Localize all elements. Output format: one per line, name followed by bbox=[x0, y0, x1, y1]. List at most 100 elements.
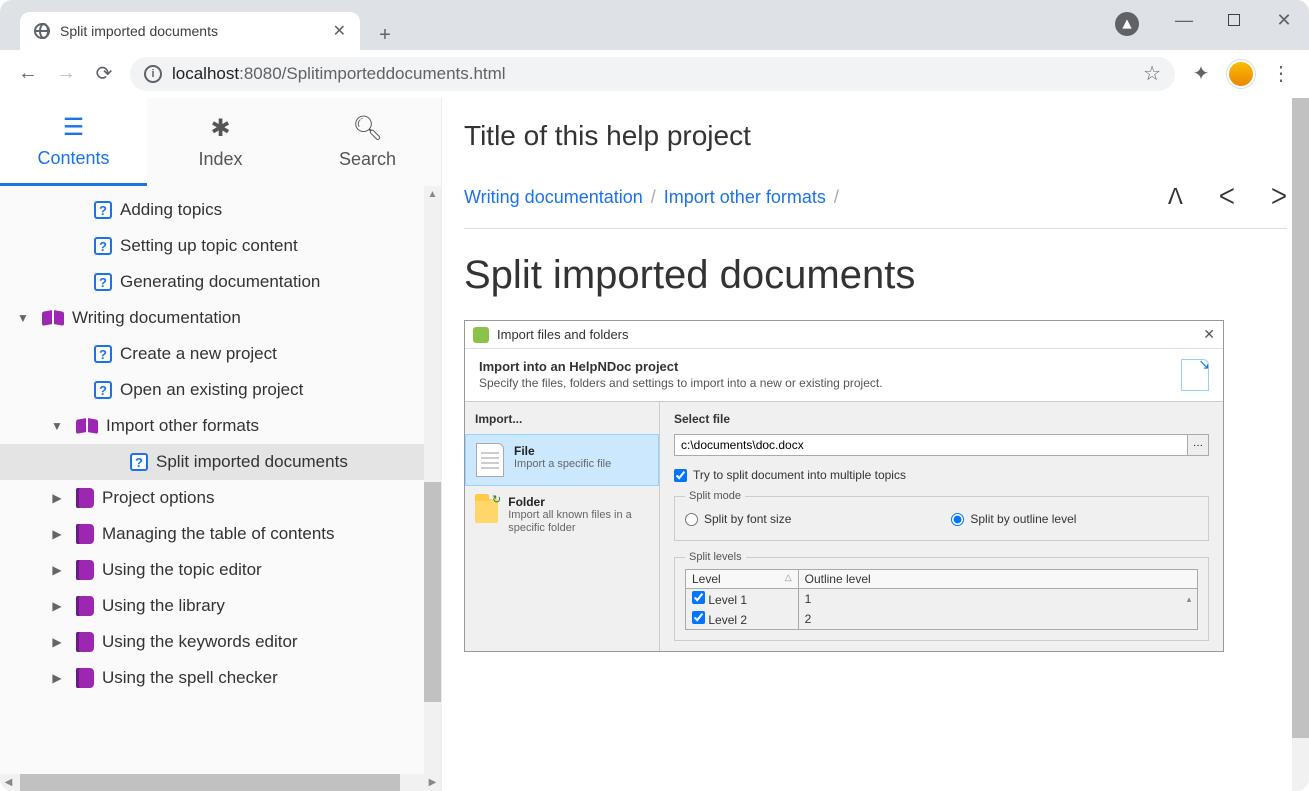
try-split-checkbox[interactable] bbox=[674, 469, 687, 482]
chevron-right-icon[interactable]: ▶ bbox=[48, 527, 66, 541]
tab-bar: Split imported documents ✕ + — ✕ bbox=[0, 0, 1309, 50]
help-topic-icon: ? bbox=[94, 345, 112, 363]
breadcrumb-link[interactable]: Import other formats bbox=[664, 187, 826, 208]
globe-icon bbox=[34, 23, 50, 39]
minimize-button[interactable]: — bbox=[1159, 0, 1209, 40]
help-topic-icon: ? bbox=[94, 201, 112, 219]
nav-up-icon[interactable]: ᐱ bbox=[1168, 184, 1183, 210]
close-icon[interactable]: ✕ bbox=[1203, 326, 1215, 343]
book-icon bbox=[76, 668, 94, 688]
tree-horizontal-scrollbar[interactable]: ◀ ▶ bbox=[0, 774, 441, 791]
tree-item[interactable]: ▼Import other formats bbox=[0, 408, 441, 444]
page-title: Split imported documents bbox=[464, 229, 1287, 320]
reload-button[interactable]: ⟳ bbox=[92, 61, 116, 86]
scroll-left-icon[interactable]: ◀ bbox=[0, 774, 17, 791]
browser-tab[interactable]: Split imported documents ✕ bbox=[20, 12, 360, 50]
url-path: /Splitimporteddocuments.html bbox=[282, 64, 506, 83]
col-outline[interactable]: Outline level bbox=[798, 570, 1197, 589]
tree-item[interactable]: ?Open an existing project bbox=[0, 372, 441, 408]
tab-index[interactable]: ✱Index bbox=[147, 98, 294, 186]
tree-item[interactable]: ?Generating documentation bbox=[0, 264, 441, 300]
folder-icon bbox=[475, 499, 498, 523]
scroll-up-icon[interactable]: ▲ bbox=[424, 186, 441, 203]
book-icon bbox=[76, 632, 94, 652]
scroll-up-icon[interactable]: ▴ bbox=[1181, 591, 1197, 607]
info-icon[interactable]: i bbox=[144, 65, 162, 83]
avatar[interactable] bbox=[1227, 60, 1255, 88]
table-row[interactable]: Level 11 bbox=[686, 589, 1198, 610]
nav-prev-icon[interactable]: ᐸ bbox=[1219, 184, 1235, 210]
file-path-input[interactable] bbox=[674, 434, 1188, 456]
close-window-button[interactable]: ✕ bbox=[1259, 0, 1309, 40]
try-split-label: Try to split document into multiple topi… bbox=[693, 468, 906, 482]
scroll-thumb[interactable] bbox=[424, 482, 441, 702]
import-folder-option[interactable]: FolderImport all known files in a specif… bbox=[465, 486, 659, 543]
scroll-right-icon[interactable]: ▶ bbox=[424, 774, 441, 791]
forward-button[interactable]: → bbox=[54, 62, 78, 85]
file-icon bbox=[476, 443, 504, 477]
tree-item[interactable]: ▶Project options bbox=[0, 480, 441, 516]
import-label: Import... bbox=[465, 408, 659, 434]
scroll-thumb[interactable] bbox=[1292, 98, 1309, 738]
project-title: Title of this help project bbox=[464, 98, 1287, 184]
maximize-button[interactable] bbox=[1209, 0, 1259, 40]
tree-item[interactable]: ?Setting up topic content bbox=[0, 228, 441, 264]
back-button[interactable]: ← bbox=[16, 62, 40, 85]
list-icon: ☰ bbox=[63, 113, 85, 142]
chevron-right-icon[interactable]: ▶ bbox=[48, 491, 66, 505]
profile-badge-icon[interactable] bbox=[1115, 12, 1139, 36]
table-row[interactable]: Level 22 bbox=[686, 609, 1198, 630]
tree-item[interactable]: ▼Writing documentation bbox=[0, 300, 441, 336]
chevron-right-icon[interactable]: ▶ bbox=[48, 563, 66, 577]
bookmark-star-icon[interactable]: ☆ bbox=[1143, 61, 1161, 86]
dialog-heading: Import into an HelpNDoc project bbox=[479, 359, 678, 374]
level-checkbox[interactable] bbox=[692, 591, 705, 604]
levels-scrollbar[interactable]: ▴ bbox=[1181, 591, 1197, 629]
nav-next-icon[interactable]: ᐳ bbox=[1271, 184, 1287, 210]
tree-item-selected[interactable]: ?Split imported documents bbox=[0, 444, 441, 480]
new-tab-button[interactable]: + bbox=[370, 20, 400, 50]
tree-item[interactable]: ▶Using the spell checker bbox=[0, 660, 441, 696]
chevron-down-icon[interactable]: ▼ bbox=[14, 311, 32, 325]
browse-button[interactable]: ··· bbox=[1187, 434, 1209, 456]
split-by-font-radio[interactable]: Split by font size bbox=[685, 512, 791, 526]
url-host: localhost bbox=[172, 64, 239, 83]
import-file-option[interactable]: FileImport a specific file bbox=[465, 434, 659, 486]
url-box[interactable]: i localhost:8080/Splitimporteddocuments.… bbox=[130, 57, 1175, 91]
tree-item[interactable]: ?Adding topics bbox=[0, 192, 441, 228]
tree-item[interactable]: ▶Using the keywords editor bbox=[0, 624, 441, 660]
dialog-titlebar: Import files and folders ✕ bbox=[465, 321, 1223, 349]
col-level[interactable]: Level△ bbox=[686, 570, 799, 589]
chevron-right-icon[interactable]: ▶ bbox=[48, 599, 66, 613]
chevron-down-icon[interactable]: ▼ bbox=[48, 419, 66, 433]
asterisk-icon: ✱ bbox=[210, 114, 230, 143]
extensions-icon[interactable]: ✦ bbox=[1189, 61, 1213, 86]
close-tab-icon[interactable]: ✕ bbox=[333, 21, 346, 41]
book-icon bbox=[76, 524, 94, 544]
window-controls: — ✕ bbox=[1159, 0, 1309, 40]
menu-button[interactable]: ⋮ bbox=[1269, 61, 1293, 86]
import-dialog: Import files and folders ✕ Import into a… bbox=[464, 320, 1224, 652]
help-topic-icon: ? bbox=[94, 381, 112, 399]
book-icon bbox=[76, 560, 94, 580]
sort-asc-icon: △ bbox=[785, 572, 792, 583]
tree-item[interactable]: ▶Using the topic editor bbox=[0, 552, 441, 588]
tree-item[interactable]: ?Create a new project bbox=[0, 336, 441, 372]
url-port: :8080 bbox=[239, 64, 282, 83]
app-icon bbox=[473, 327, 489, 343]
address-bar: ← → ⟳ i localhost:8080/Splitimporteddocu… bbox=[0, 50, 1309, 98]
tab-search[interactable]: 🔍︎Search bbox=[294, 98, 441, 186]
tree-item[interactable]: ▶Managing the table of contents bbox=[0, 516, 441, 552]
level-checkbox[interactable] bbox=[692, 611, 705, 624]
help-topic-icon: ? bbox=[130, 453, 148, 471]
tree-vertical-scrollbar[interactable]: ▲ bbox=[424, 186, 441, 774]
split-by-outline-radio[interactable]: Split by outline level bbox=[951, 512, 1076, 526]
tree-item[interactable]: ▶Using the library bbox=[0, 588, 441, 624]
scroll-thumb[interactable] bbox=[20, 774, 400, 791]
tab-contents[interactable]: ☰Contents bbox=[0, 98, 147, 186]
breadcrumb-link[interactable]: Writing documentation bbox=[464, 187, 643, 208]
chevron-right-icon[interactable]: ▶ bbox=[48, 635, 66, 649]
book-icon bbox=[76, 488, 94, 508]
chevron-right-icon[interactable]: ▶ bbox=[48, 671, 66, 685]
page-scrollbar[interactable] bbox=[1292, 98, 1309, 791]
